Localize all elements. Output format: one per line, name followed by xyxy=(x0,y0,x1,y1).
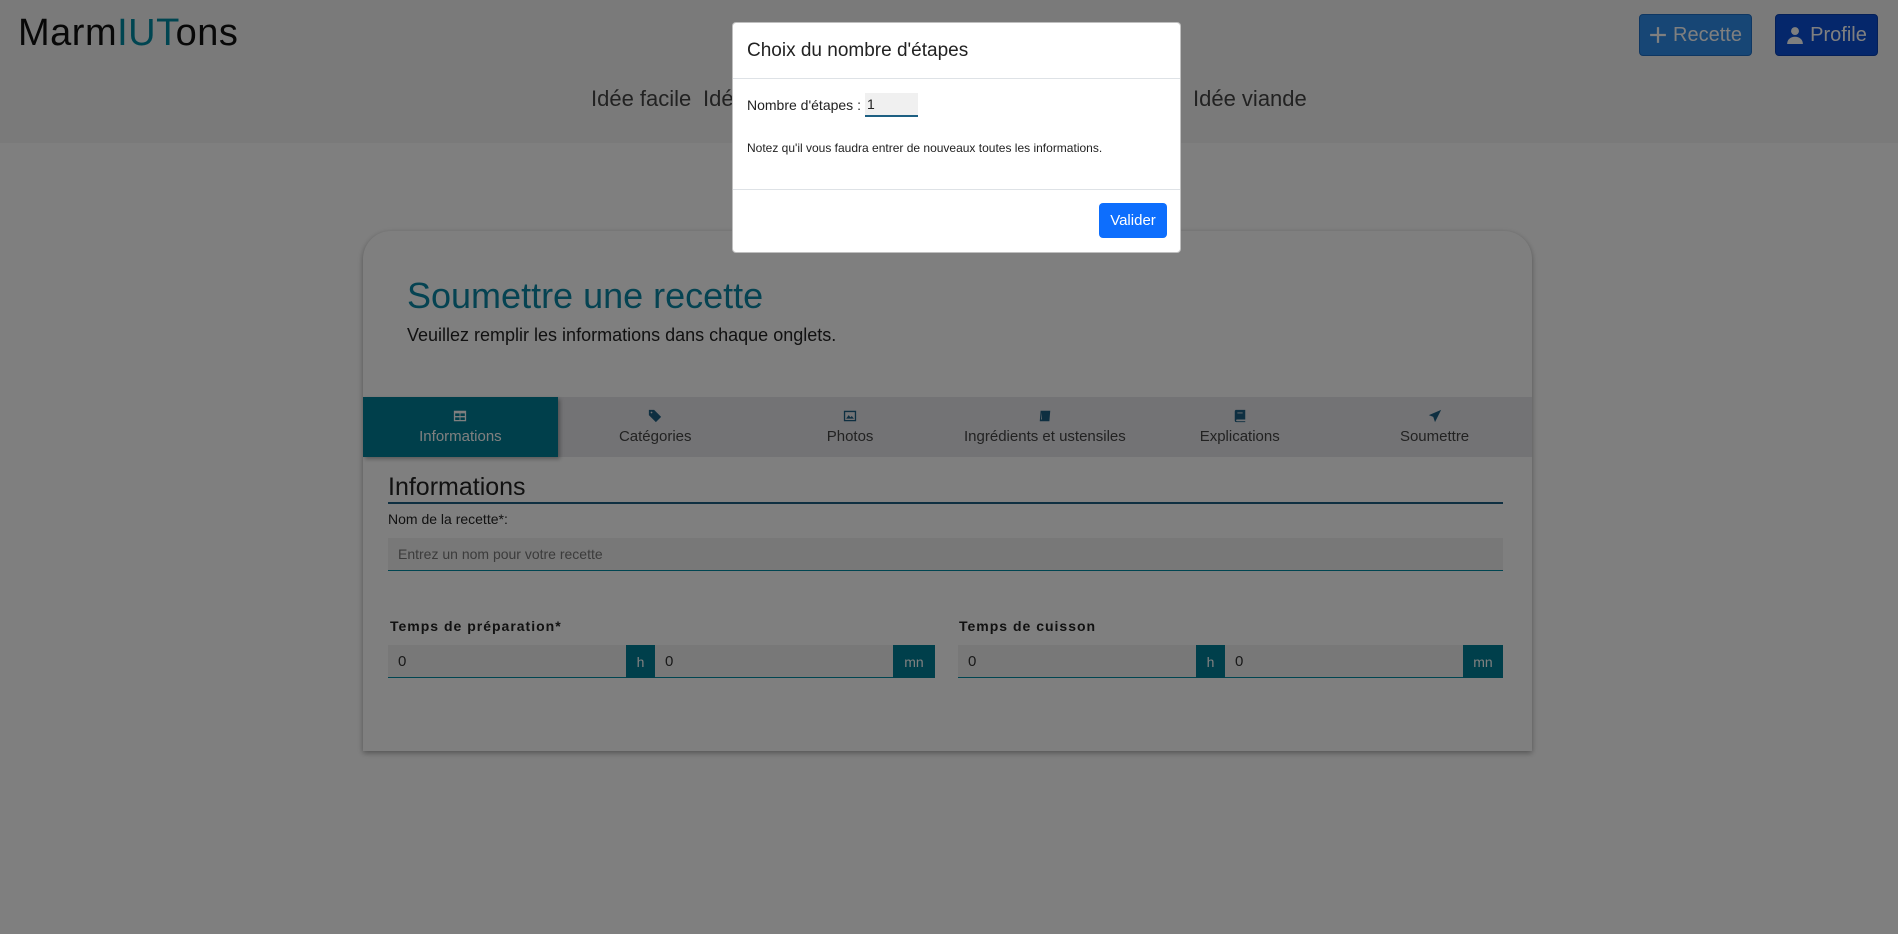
modal-title: Choix du nombre d'étapes xyxy=(733,23,1180,79)
steps-modal: Choix du nombre d'étapes Nombre d'étapes… xyxy=(732,22,1181,253)
steps-count-input[interactable] xyxy=(864,93,918,117)
steps-row: Nombre d'étapes : xyxy=(747,93,918,117)
modal-note: Notez qu'il vous faudra entrer de nouvea… xyxy=(747,141,1103,155)
valider-button[interactable]: Valider xyxy=(1099,203,1167,238)
modal-footer: Valider xyxy=(733,190,1180,252)
modal-body: Nombre d'étapes : Notez qu'il vous faudr… xyxy=(733,79,1180,190)
steps-label: Nombre d'étapes : xyxy=(747,97,861,113)
